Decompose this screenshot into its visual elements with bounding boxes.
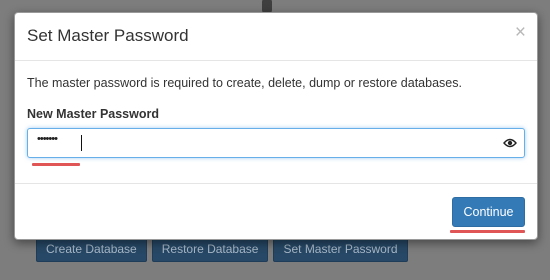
dialog-body: The master password is required to creat…	[15, 61, 537, 185]
dialog-description: The master password is required to creat…	[27, 76, 462, 90]
continue-button[interactable]: Continue	[452, 197, 525, 227]
text-caret	[81, 135, 82, 151]
new-master-password-label: New Master Password	[27, 107, 159, 121]
password-annotation-underline	[32, 163, 80, 166]
password-value: •••••••	[37, 133, 58, 145]
set-master-password-dialog: Set Master Password × The master passwor…	[14, 12, 538, 240]
new-master-password-input[interactable]: •••••••	[27, 128, 525, 158]
dialog-footer: Continue	[15, 183, 537, 239]
dialog-header: Set Master Password ×	[15, 13, 537, 61]
eye-icon[interactable]	[503, 138, 517, 148]
dialog-title: Set Master Password	[27, 26, 189, 45]
close-icon[interactable]: ×	[515, 22, 526, 44]
continue-annotation-underline	[450, 230, 525, 233]
